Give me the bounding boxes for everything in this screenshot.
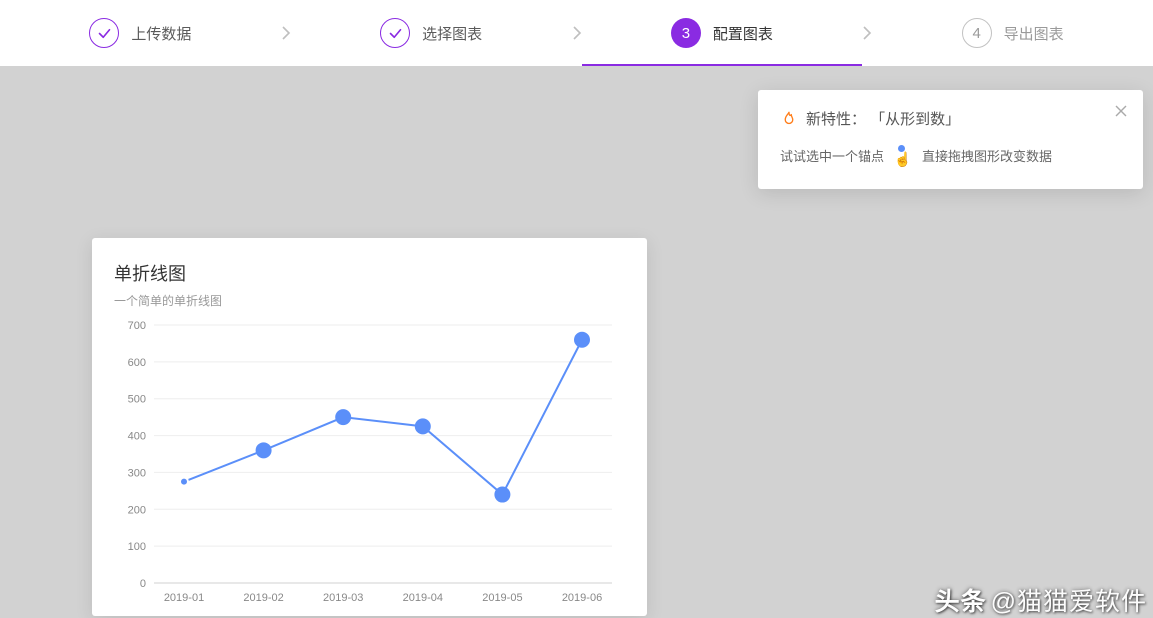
watermark: 头条 @猫猫爱软件 (935, 582, 1147, 618)
watermark-text: 头条 (935, 582, 987, 618)
step-bar: 上传数据 选择图表 3 配置图表 4 导出图表 (0, 0, 1153, 66)
check-icon (89, 18, 119, 48)
chevron-right-icon (862, 0, 872, 66)
svg-text:0: 0 (140, 578, 146, 590)
svg-text:500: 500 (128, 394, 146, 406)
chart-point[interactable] (257, 443, 271, 457)
close-icon[interactable] (1115, 104, 1127, 122)
svg-text:300: 300 (128, 467, 146, 479)
step-configure-chart[interactable]: 3 配置图表 (582, 0, 863, 66)
chart-point[interactable] (180, 478, 188, 486)
step-label: 上传数据 (131, 23, 191, 44)
svg-text:400: 400 (128, 431, 146, 443)
step-select-chart[interactable]: 选择图表 (291, 0, 572, 66)
step-upload-data[interactable]: 上传数据 (0, 0, 281, 66)
check-icon (380, 18, 410, 48)
tip-text-right: 直接拖拽图形改变数据 (922, 146, 1052, 165)
step-number-badge: 4 (962, 18, 992, 48)
svg-text:600: 600 (128, 357, 146, 369)
svg-text:2019-04: 2019-04 (403, 592, 443, 604)
step-label: 导出图表 (1004, 23, 1064, 44)
svg-text:100: 100 (128, 541, 146, 553)
svg-text:700: 700 (128, 320, 146, 332)
svg-text:2019-06: 2019-06 (562, 592, 602, 604)
svg-text:200: 200 (128, 504, 146, 516)
chart-subtitle: 一个简单的单折线图 (114, 292, 625, 309)
chart-title: 单折线图 (114, 260, 625, 286)
step-number-badge: 3 (671, 18, 701, 48)
watermark-text: @猫猫爱软件 (991, 582, 1147, 618)
tip-text-left: 试试选中一个锚点 (780, 146, 884, 165)
line-chart[interactable]: 0 100 200 300 400 500 600 700 2019-01 2019-02 2019… (114, 319, 624, 609)
svg-text:2019-01: 2019-01 (164, 592, 204, 604)
step-label: 选择图表 (422, 23, 482, 44)
chart-point[interactable] (575, 333, 589, 347)
chevron-right-icon (281, 0, 291, 66)
step-label: 配置图表 (713, 23, 773, 44)
chart-point[interactable] (416, 419, 430, 433)
svg-text:2019-05: 2019-05 (482, 592, 522, 604)
feature-tip-card: 新特性： 「从形到数」 试试选中一个锚点 ☝ 直接拖拽图形改变数据 (758, 90, 1143, 189)
step-export-chart[interactable]: 4 导出图表 (872, 0, 1153, 66)
chevron-right-icon (572, 0, 582, 66)
fire-icon (780, 110, 798, 128)
chart-point[interactable] (495, 488, 509, 502)
svg-text:2019-02: 2019-02 (243, 592, 283, 604)
chart-point[interactable] (336, 410, 350, 424)
tip-title: 新特性： 「从形到数」 (806, 108, 960, 129)
chart-card[interactable]: 单折线图 一个简单的单折线图 0 100 200 300 400 500 600 700 201… (92, 238, 647, 616)
svg-text:2019-03: 2019-03 (323, 592, 363, 604)
cursor-icon: ☝ (894, 143, 912, 167)
